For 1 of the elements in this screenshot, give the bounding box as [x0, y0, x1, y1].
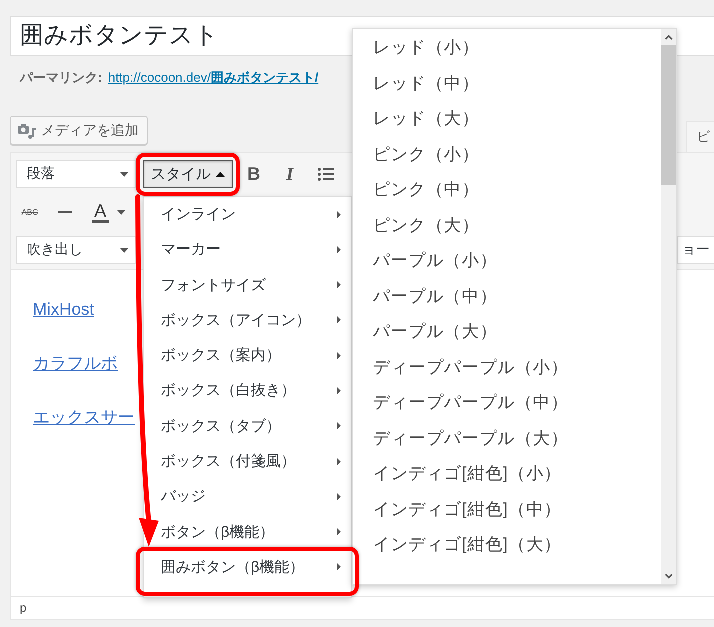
permalink-label: パーマリンク:	[20, 70, 102, 85]
